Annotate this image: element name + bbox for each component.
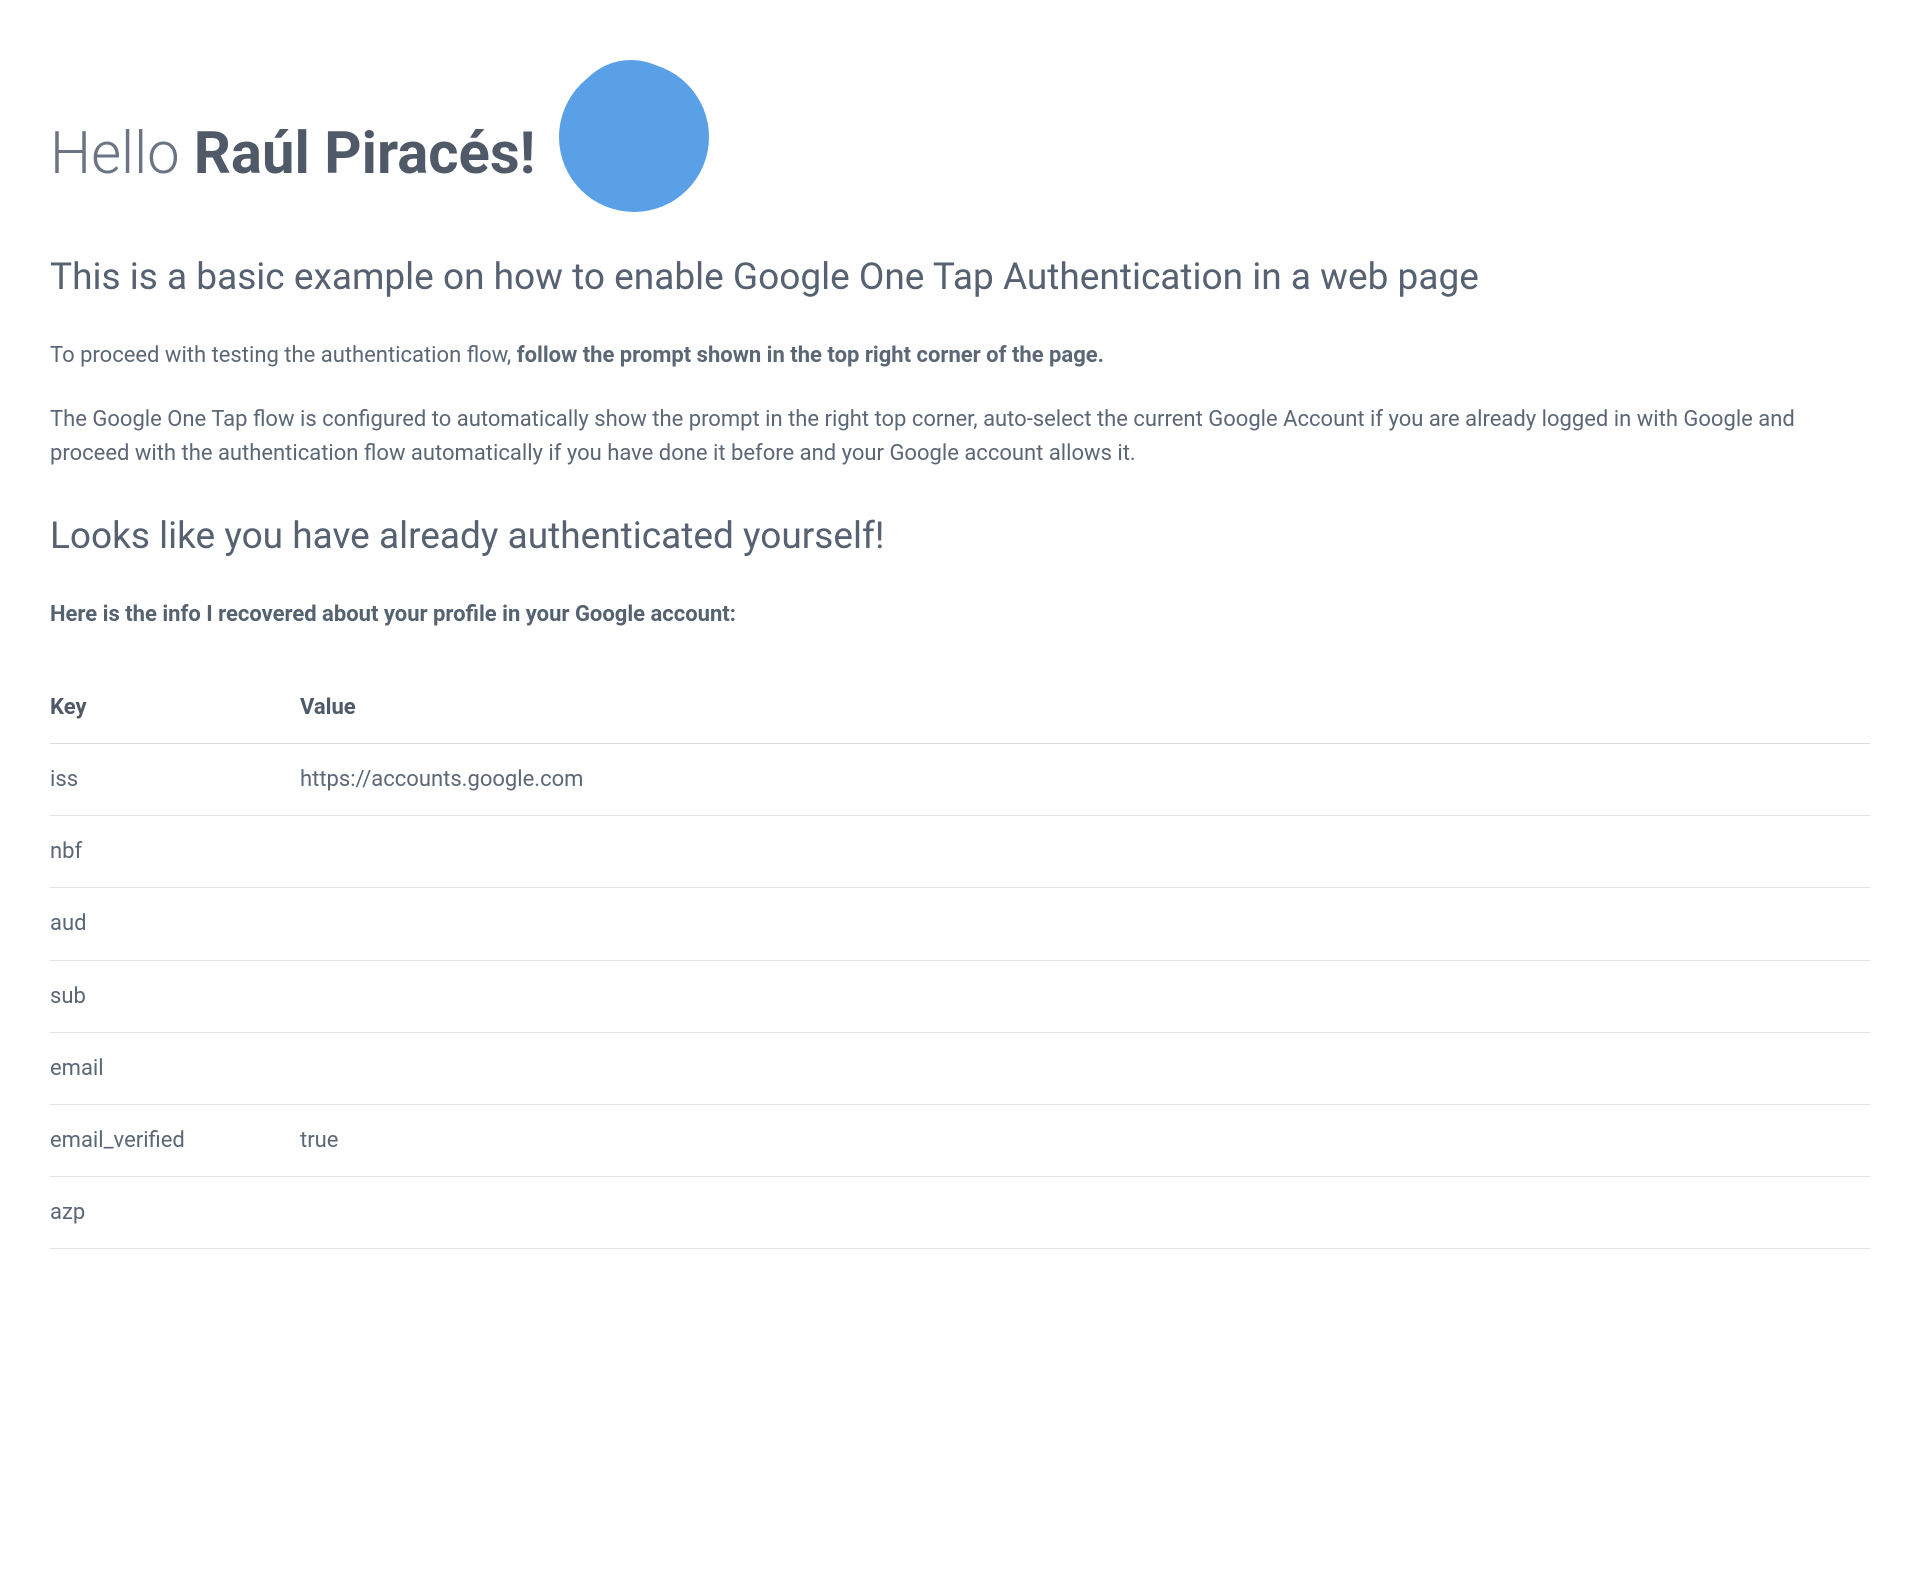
table-row: isshttps://accounts.google.com xyxy=(50,744,1870,816)
table-header-row: Key Value xyxy=(50,672,1870,744)
table-header-key: Key xyxy=(50,672,300,744)
table-row: azp xyxy=(50,1177,1870,1249)
description-text: The Google One Tap flow is configured to… xyxy=(50,403,1870,471)
page-title: Hello Raúl Piracés! xyxy=(50,123,535,187)
table-cell-value xyxy=(300,960,1870,1032)
table-cell-value xyxy=(300,888,1870,960)
table-cell-key: aud xyxy=(50,888,300,960)
subtitle: This is a basic example on how to enable… xyxy=(50,248,1870,307)
table-cell-value xyxy=(300,1177,1870,1249)
table-row: email_verifiedtrue xyxy=(50,1104,1870,1176)
table-cell-key: email xyxy=(50,1032,300,1104)
table-row: nbf xyxy=(50,816,1870,888)
greeting-name: Raúl Piracés! xyxy=(194,120,536,188)
profile-intro: Here is the info I recovered about your … xyxy=(50,597,1870,632)
table-cell-key: nbf xyxy=(50,816,300,888)
greeting-prefix: Hello xyxy=(50,120,194,188)
instruction-prefix: To proceed with testing the authenticati… xyxy=(50,343,517,368)
table-cell-value xyxy=(300,816,1870,888)
table-header-value: Value xyxy=(300,672,1870,744)
table-cell-value: https://accounts.google.com xyxy=(300,744,1870,816)
page-header: Hello Raúl Piracés! xyxy=(50,98,1870,212)
table-cell-value: true xyxy=(300,1104,1870,1176)
table-row: aud xyxy=(50,888,1870,960)
instruction-bold: follow the prompt shown in the top right… xyxy=(517,343,1104,368)
table-cell-key: iss xyxy=(50,744,300,816)
instruction-text: To proceed with testing the authenticati… xyxy=(50,339,1870,373)
table-cell-value xyxy=(300,1032,1870,1104)
auth-heading: Looks like you have already authenticate… xyxy=(50,507,1870,566)
table-row: email xyxy=(50,1032,1870,1104)
profile-table: Key Value isshttps://accounts.google.com… xyxy=(50,672,1870,1250)
table-row: sub xyxy=(50,960,1870,1032)
avatar xyxy=(559,62,709,212)
table-cell-key: email_verified xyxy=(50,1104,300,1176)
table-cell-key: azp xyxy=(50,1177,300,1249)
table-cell-key: sub xyxy=(50,960,300,1032)
